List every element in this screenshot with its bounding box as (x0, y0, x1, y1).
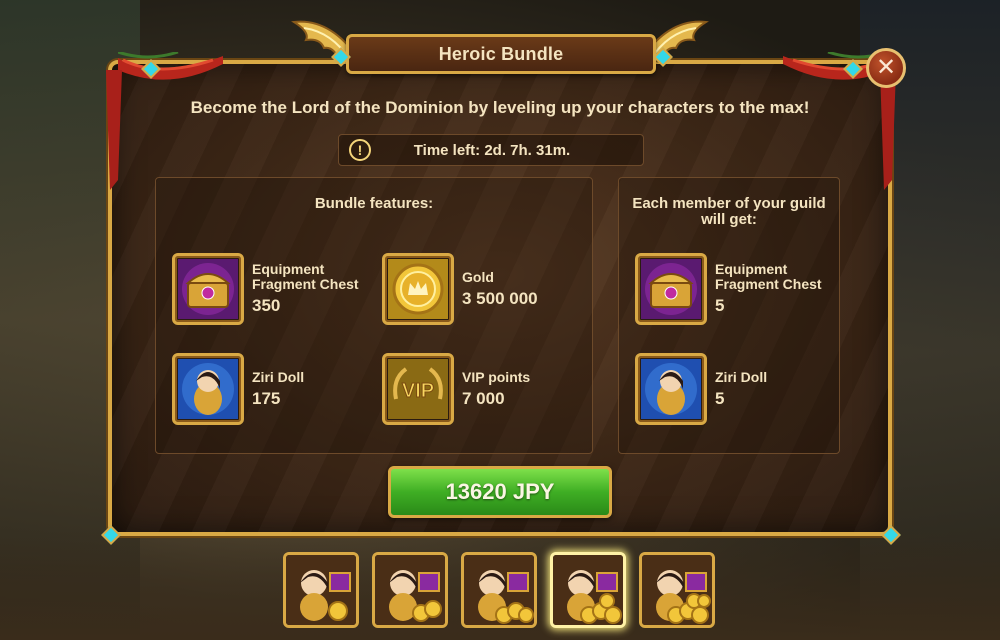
purple-chest-icon (172, 253, 244, 325)
item-quantity: 5 (715, 388, 725, 408)
bundle-tab-selected[interactable] (550, 552, 626, 628)
close-icon: ✕ (875, 54, 897, 81)
guild-reward-item[interactable]: Ziri Doll 5 (635, 350, 767, 428)
buy-button[interactable]: 13620 JPY (388, 466, 612, 518)
bundle-tab[interactable] (639, 552, 715, 628)
guild-reward-item[interactable]: Equipment Fragment Chest 5 (635, 250, 825, 328)
close-button[interactable]: ✕ (866, 48, 906, 88)
bundle-description: Become the Lord of the Dominion by level… (190, 98, 810, 117)
page-title: Heroic Bundle (438, 43, 564, 64)
feature-item[interactable]: Ziri Doll 175 (172, 350, 304, 428)
item-quantity: 175 (252, 388, 281, 408)
feature-item[interactable]: VIP VIP points 7 000 (382, 350, 530, 428)
svg-text:VIP: VIP (402, 380, 434, 402)
exclamation-icon: ! (349, 139, 371, 161)
item-name: VIP points (462, 368, 531, 385)
bundle-features-box: Bundle features: Equipment Fragment Ches… (155, 177, 593, 454)
item-name: Equipment Fragment Chest (715, 261, 822, 292)
feature-item[interactable]: Gold 3 500 000 (382, 250, 538, 328)
item-name: Ziri Doll (252, 368, 305, 385)
item-quantity: 3 500 000 (462, 288, 538, 308)
purple-chest-icon (635, 253, 707, 325)
bundle-tab[interactable] (372, 552, 448, 628)
bundle-tabs (283, 552, 723, 632)
item-quantity: 5 (715, 296, 725, 315)
curtain-decoration-left (118, 52, 223, 80)
time-left-text: Time left: 2d. 7h. 31m. (413, 141, 571, 159)
features-title: Bundle features: (314, 195, 434, 212)
curtain-drape-right (880, 70, 896, 190)
feature-item[interactable]: Equipment Fragment Chest 350 (172, 250, 362, 328)
guild-rewards-box: Each member of your guild will get: Equi… (618, 177, 840, 454)
price-label: 13620 JPY (445, 479, 555, 504)
item-name: Gold (462, 268, 494, 285)
ziri-doll-icon (172, 353, 244, 425)
bundle-tab[interactable] (283, 552, 359, 628)
guild-rewards-title: Each member of your guild will get: (632, 195, 826, 228)
item-quantity: 7 000 (462, 388, 505, 408)
item-quantity: 350 (252, 296, 281, 315)
title-banner: Heroic Bundle (346, 34, 656, 74)
vip-badge-icon: VIP (382, 353, 454, 425)
ziri-doll-icon (635, 353, 707, 425)
bundle-tab[interactable] (461, 552, 537, 628)
timer-bar: ! Time left: 2d. 7h. 31m. (338, 134, 644, 166)
gold-coin-icon (382, 253, 454, 325)
item-name: Equipment Fragment Chest (252, 261, 359, 292)
curtain-drape-left (106, 70, 122, 190)
item-name: Ziri Doll (715, 368, 768, 385)
